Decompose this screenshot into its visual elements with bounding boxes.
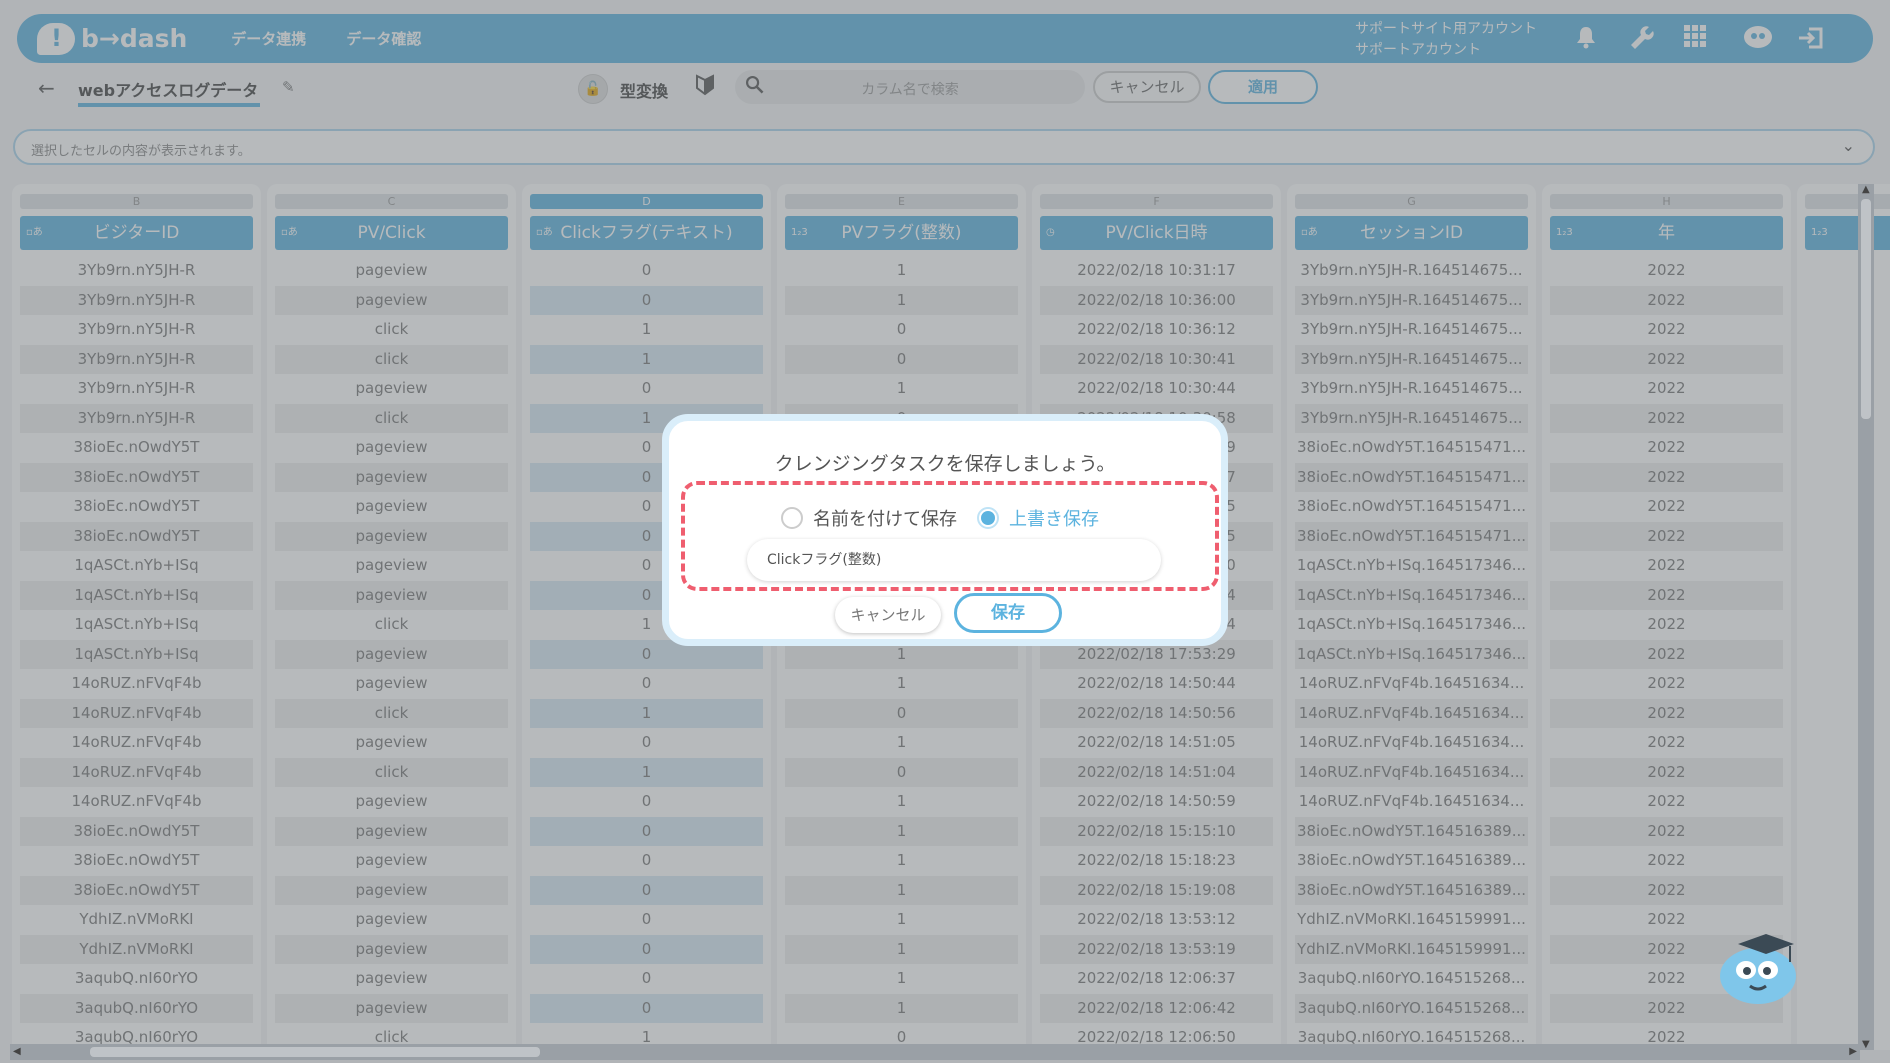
horizontal-scrollbar[interactable]: ◀ ▶ (10, 1044, 1860, 1060)
vertical-scrollbar[interactable]: ▲ ▼ (1858, 184, 1874, 1050)
vertical-scroll-thumb[interactable] (1861, 199, 1871, 419)
radio-save-as[interactable] (781, 507, 803, 529)
dialog-title: クレンジングタスクを保存しましょう。 (774, 453, 1116, 475)
radio-overwrite-label[interactable]: 上書き保存 (1009, 505, 1099, 531)
save-task-dialog: クレンジングタスクを保存しましょう。 名前を付けて保存 上書き保存 Clickフ… (662, 414, 1228, 646)
dialog-cancel-button[interactable]: キャンセル (835, 597, 941, 633)
dialog-save-button[interactable]: 保存 (954, 593, 1062, 633)
scroll-up-icon[interactable]: ▲ (1862, 184, 1870, 195)
scroll-left-icon[interactable]: ◀ (13, 1046, 21, 1057)
save-mode-radio-group: 名前を付けて保存 上書き保存 (685, 505, 1215, 531)
scroll-down-icon[interactable]: ▼ (1862, 1039, 1870, 1050)
task-name-field[interactable]: Clickフラグ(整数) (747, 539, 1161, 581)
horizontal-scroll-thumb[interactable] (90, 1047, 540, 1057)
scroll-right-icon[interactable]: ▶ (1849, 1046, 1857, 1057)
mascot-helper-icon[interactable] (1716, 928, 1808, 1008)
highlight-annotation: 名前を付けて保存 上書き保存 Clickフラグ(整数) (681, 481, 1219, 591)
radio-overwrite[interactable] (977, 507, 999, 529)
radio-save-as-label[interactable]: 名前を付けて保存 (813, 505, 957, 531)
